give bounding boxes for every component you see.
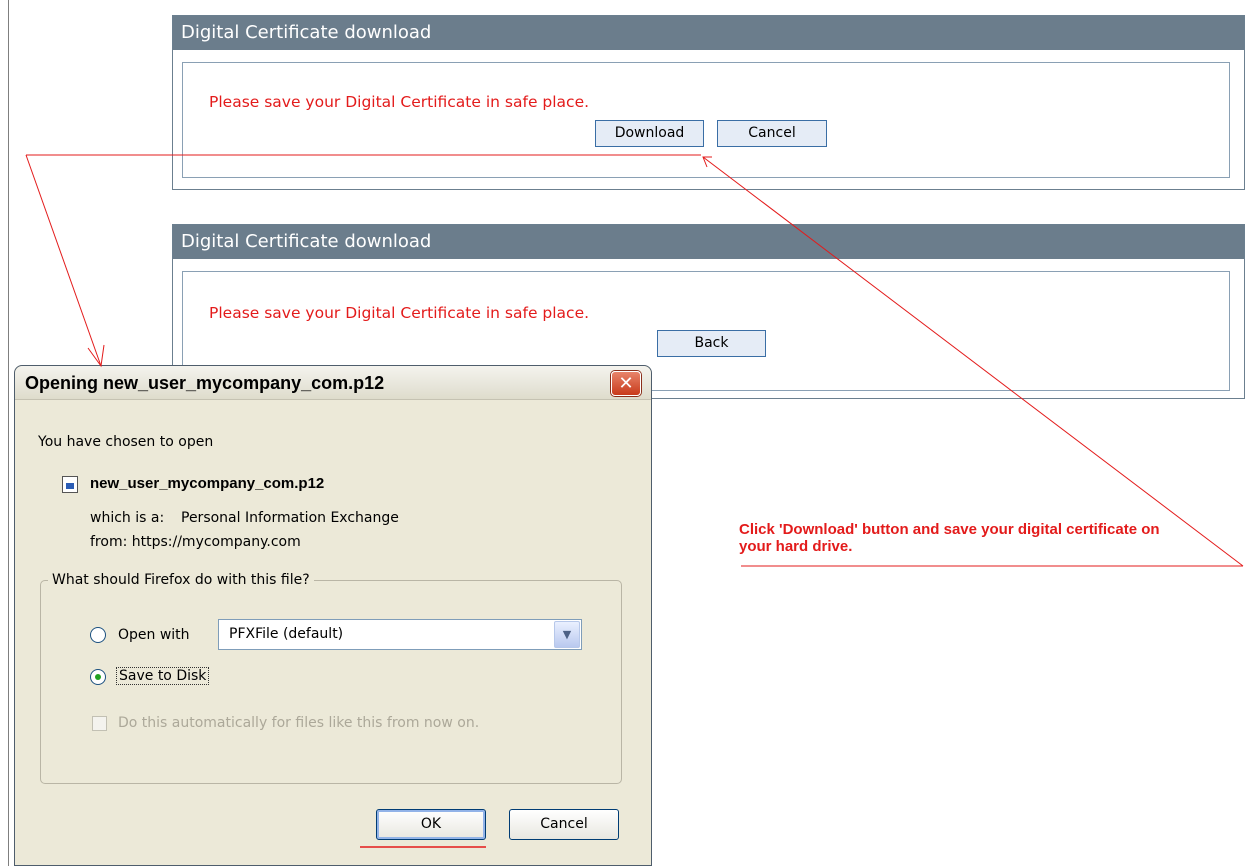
- save-certificate-message: Please save your Digital Certificate in …: [209, 93, 590, 111]
- dialog-title: Opening new_user_mycompany_com.p12: [25, 373, 385, 393]
- panel-content: Please save your Digital Certificate in …: [182, 62, 1230, 178]
- action-group-label: What should Firefox do with this file?: [48, 572, 314, 588]
- panel-title: Digital Certificate download: [173, 16, 1244, 50]
- dialog-titlebar[interactable]: Opening new_user_mycompany_com.p12 ✕: [15, 366, 651, 400]
- back-button[interactable]: Back: [657, 330, 766, 357]
- panel-title: Digital Certificate download: [173, 225, 1244, 259]
- auto-action-label: Do this automatically for files like thi…: [118, 715, 480, 731]
- dialog-cancel-button[interactable]: Cancel: [509, 809, 619, 840]
- open-with-select[interactable]: PFXFile (default) ▼: [218, 619, 582, 650]
- open-with-label[interactable]: Open with: [118, 627, 190, 643]
- instruction-annotation: Click 'Download' button and save your di…: [739, 521, 1160, 555]
- file-name: new_user_mycompany_com.p12: [90, 475, 325, 492]
- file-open-dialog: Opening new_user_mycompany_com.p12 ✕ You…: [14, 365, 652, 866]
- open-with-value: PFXFile (default): [229, 626, 344, 642]
- close-icon[interactable]: ✕: [611, 371, 641, 396]
- which-is-label: which is a:: [90, 510, 165, 526]
- file-source: from: https://mycompany.com: [90, 534, 301, 550]
- auto-action-checkbox[interactable]: [92, 716, 107, 731]
- chevron-down-icon[interactable]: ▼: [554, 621, 580, 648]
- save-to-disk-label[interactable]: Save to Disk: [116, 667, 210, 685]
- certificate-download-panel: Digital Certificate download Please save…: [172, 15, 1245, 190]
- download-button[interactable]: Download: [595, 120, 704, 147]
- chosen-to-open-text: You have chosen to open: [38, 434, 214, 450]
- open-with-radio[interactable]: [90, 627, 106, 643]
- ok-button[interactable]: OK: [376, 809, 486, 840]
- file-type-value: Personal Information Exchange: [181, 510, 399, 526]
- cancel-button[interactable]: Cancel: [717, 120, 827, 147]
- save-certificate-message: Please save your Digital Certificate in …: [209, 304, 590, 322]
- save-to-disk-radio[interactable]: [90, 669, 106, 685]
- pfx-file-icon: [62, 476, 78, 493]
